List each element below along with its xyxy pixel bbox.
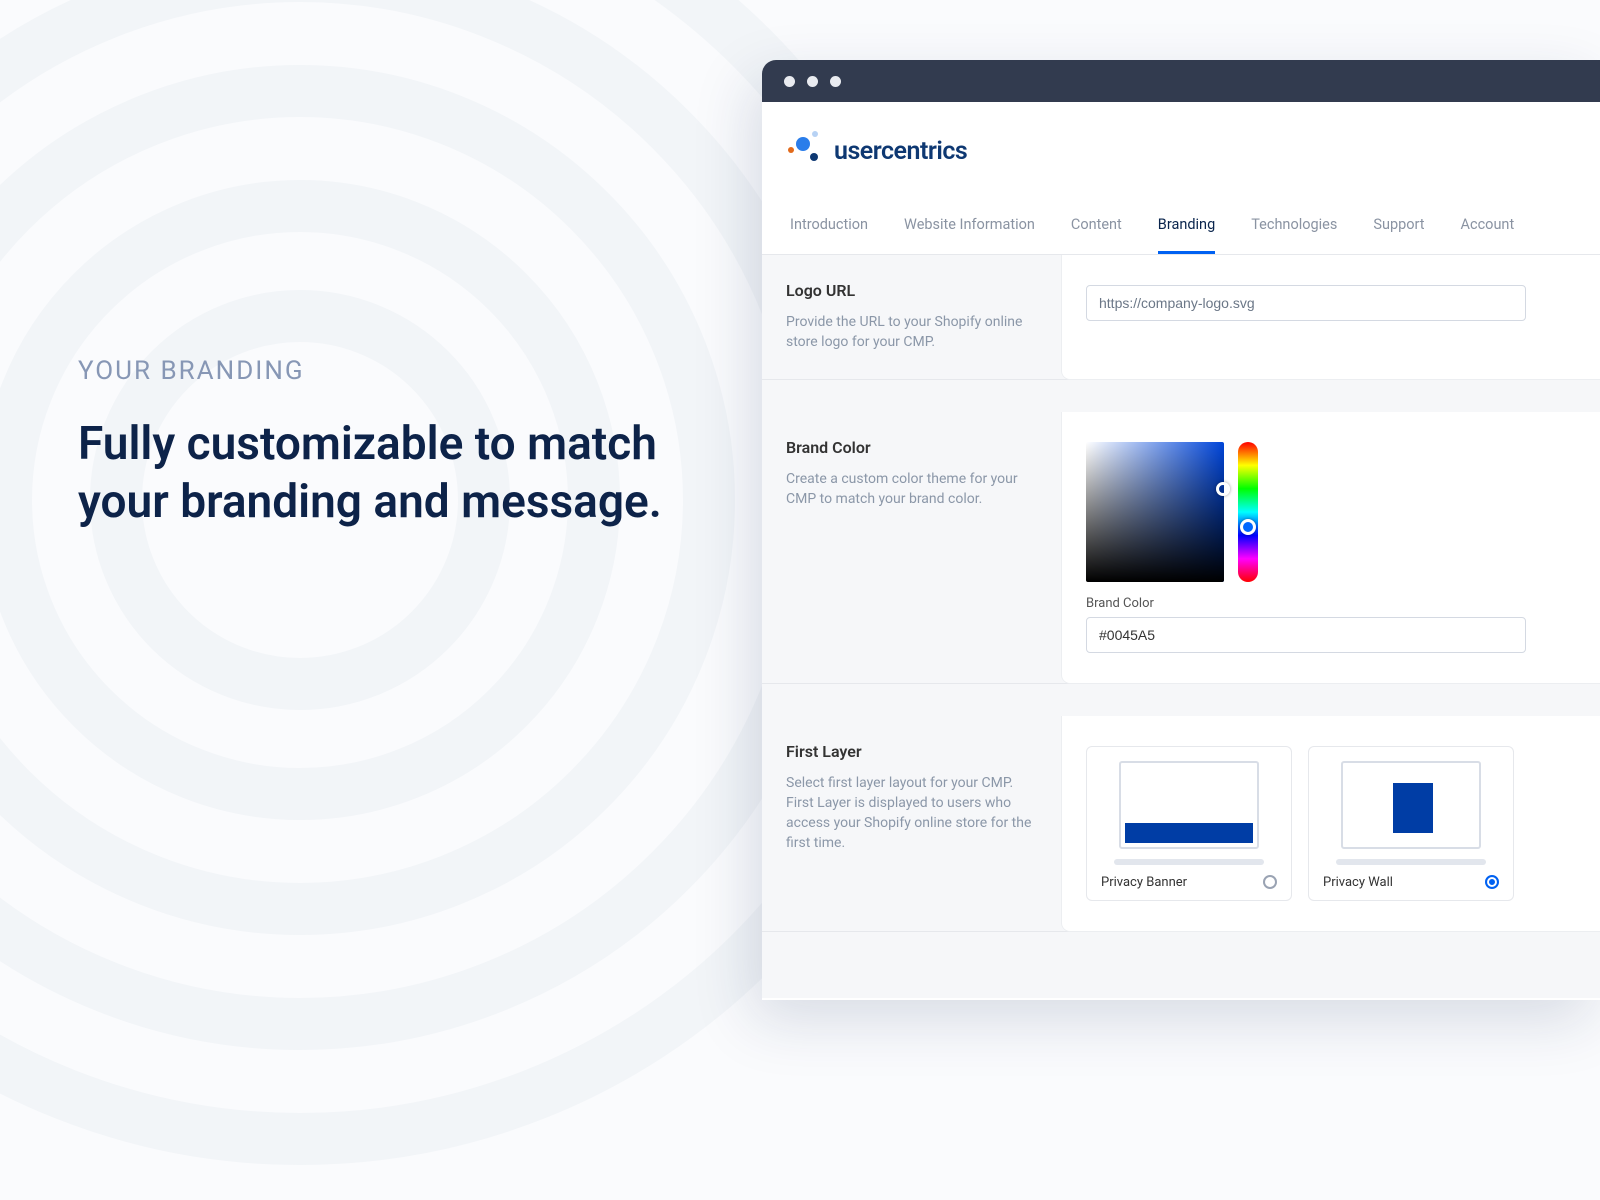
tab-technologies[interactable]: Technologies xyxy=(1251,200,1337,254)
section-description: Provide the URL to your Shopify online s… xyxy=(786,312,1042,353)
layout-option-privacy-banner[interactable]: Privacy Banner xyxy=(1086,746,1292,901)
section-description: Select first layer layout for your CMP. … xyxy=(786,773,1042,854)
traffic-light-zoom[interactable] xyxy=(830,76,841,87)
traffic-light-close[interactable] xyxy=(784,76,795,87)
logo-url-input[interactable] xyxy=(1086,285,1526,321)
section-title: First Layer xyxy=(786,742,1042,761)
traffic-light-minimize[interactable] xyxy=(807,76,818,87)
logo-icon xyxy=(788,131,828,171)
layout-option-privacy-wall[interactable]: Privacy Wall xyxy=(1308,746,1514,901)
sv-plane[interactable] xyxy=(1086,442,1224,582)
section-first-layer: First Layer Select first layer layout fo… xyxy=(762,716,1600,932)
layout-thumbnail xyxy=(1341,761,1481,849)
layout-thumbnail xyxy=(1119,761,1259,849)
layout-option-label: Privacy Banner xyxy=(1101,875,1187,890)
tab-introduction[interactable]: Introduction xyxy=(790,200,868,254)
hue-slider[interactable] xyxy=(1238,442,1258,582)
section-title: Brand Color xyxy=(786,438,1042,457)
radio-icon[interactable] xyxy=(1263,875,1277,889)
tab-support[interactable]: Support xyxy=(1373,200,1424,254)
brand-color-input[interactable] xyxy=(1086,617,1526,653)
section-logo-url: Logo URL Provide the URL to your Shopify… xyxy=(762,255,1600,380)
layout-option-label: Privacy Wall xyxy=(1323,875,1393,890)
logo-text: usercentrics xyxy=(834,137,967,166)
radio-icon[interactable] xyxy=(1485,875,1499,889)
tab-content[interactable]: Content xyxy=(1071,200,1122,254)
brand-color-label: Brand Color xyxy=(1086,596,1154,611)
marketing-copy: YOUR BRANDING Fully customizable to matc… xyxy=(78,356,698,531)
window-chrome xyxy=(762,60,1600,102)
hue-thumb[interactable] xyxy=(1240,519,1256,535)
app-window: usercentrics Introduction Website Informa… xyxy=(762,60,1600,1000)
settings-body: Logo URL Provide the URL to your Shopify… xyxy=(762,255,1600,998)
sv-thumb[interactable] xyxy=(1216,482,1230,496)
tab-website-information[interactable]: Website Information xyxy=(904,200,1035,254)
section-title: Logo URL xyxy=(786,281,1042,300)
color-picker[interactable] xyxy=(1086,442,1576,582)
tabs-nav: Introduction Website Information Content Br… xyxy=(762,200,1600,255)
headline-text: Fully customizable to match your brandin… xyxy=(78,416,698,531)
section-brand-color: Brand Color Create a custom color theme … xyxy=(762,412,1600,684)
section-description: Create a custom color theme for your CMP… xyxy=(786,469,1042,510)
app-header: usercentrics xyxy=(762,102,1600,200)
layout-options: Privacy Banner Privacy Wall xyxy=(1086,746,1576,901)
tab-account[interactable]: Account xyxy=(1461,200,1515,254)
eyebrow-text: YOUR BRANDING xyxy=(78,356,698,386)
tab-branding[interactable]: Branding xyxy=(1158,200,1215,254)
